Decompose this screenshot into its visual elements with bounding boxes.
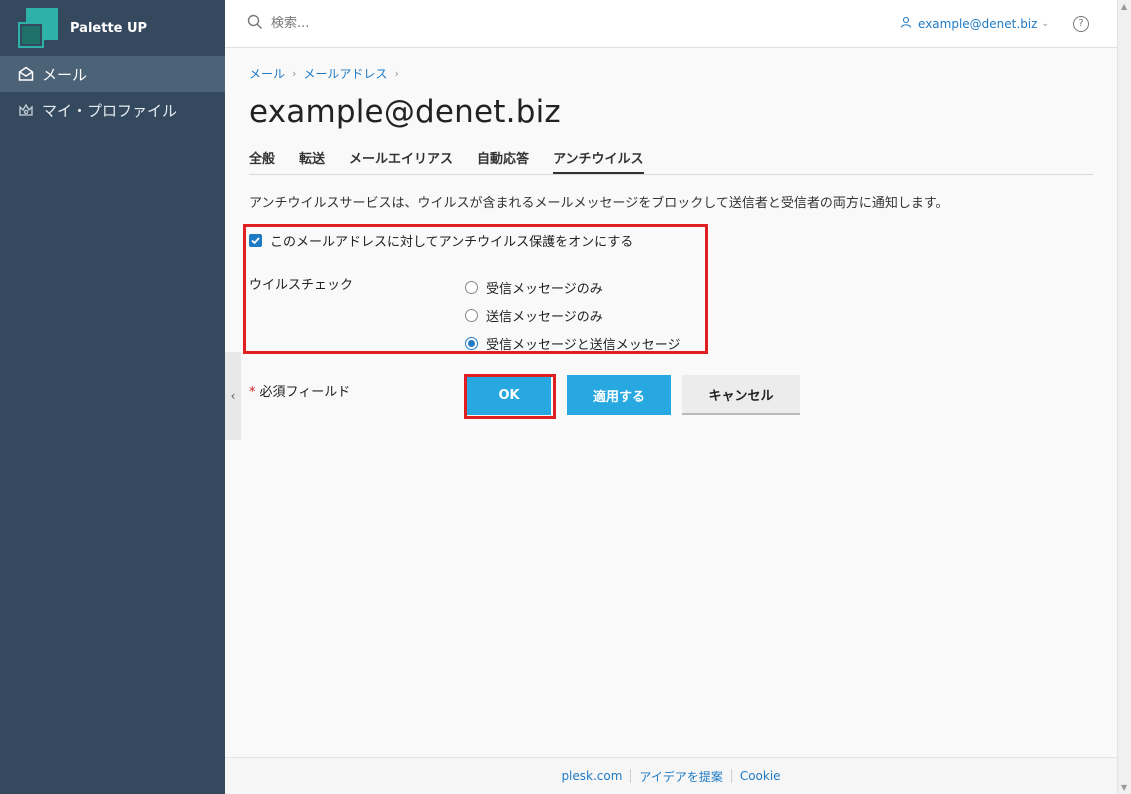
tab-bar: 全般 転送 メールエイリアス 自動応答 アンチウイルス xyxy=(249,148,1093,175)
sidebar-item-label: メール xyxy=(42,65,88,84)
top-header: example@denet.biz ⌄ ? xyxy=(225,0,1117,48)
user-email: example@denet.biz xyxy=(918,16,1038,31)
tab-antivirus[interactable]: アンチウイルス xyxy=(553,148,644,174)
sidebar-item-label: マイ・プロファイル xyxy=(42,101,178,120)
main-content: メール › メールアドレス › example@denet.biz 全般 転送 … xyxy=(243,48,1109,419)
scroll-down-icon[interactable]: ▼ xyxy=(1121,783,1127,792)
required-label: 必須フィールド xyxy=(259,385,351,400)
sidebar-collapse-handle[interactable]: ‹ xyxy=(225,352,241,440)
tab-forwarding[interactable]: 転送 xyxy=(299,148,325,174)
page-scrollbar[interactable]: ▲ ▼ xyxy=(1117,0,1131,794)
help-icon[interactable]: ? xyxy=(1073,15,1089,32)
footer-link-suggest-idea[interactable]: アイデアを提案 xyxy=(631,768,730,785)
user-icon xyxy=(900,16,912,31)
breadcrumb-mail[interactable]: メール xyxy=(249,65,285,82)
logo[interactable]: Palette UP xyxy=(0,0,225,56)
radio-incoming-only[interactable]: 受信メッセージのみ xyxy=(465,273,680,301)
radio-label: 受信メッセージと送信メッセージ xyxy=(486,337,681,353)
sidebar-item-profile[interactable]: マイ・プロファイル xyxy=(0,92,225,128)
virus-check-options: 受信メッセージのみ 送信メッセージのみ 受信メッセージと送信メッセージ xyxy=(465,273,680,357)
tab-aliases[interactable]: メールエイリアス xyxy=(349,148,453,174)
required-fields-note: * 必須フィールド xyxy=(249,381,350,400)
breadcrumb-mail-addresses[interactable]: メールアドレス xyxy=(303,65,387,82)
checkbox-label: このメールアドレスに対してアンチウイルス保護をオンにする xyxy=(270,235,634,250)
page-title: example@denet.biz xyxy=(249,94,561,130)
footer: plesk.com アイデアを提案 Cookie xyxy=(225,757,1117,794)
radio-icon[interactable] xyxy=(465,280,478,294)
radio-icon[interactable] xyxy=(465,308,478,322)
app-name: Palette UP xyxy=(70,20,148,36)
radio-incoming-and-outgoing[interactable]: 受信メッセージと送信メッセージ xyxy=(465,329,680,357)
tab-general[interactable]: 全般 xyxy=(249,148,275,174)
tab-autoreply[interactable]: 自動応答 xyxy=(477,148,529,174)
footer-link-plesk[interactable]: plesk.com xyxy=(553,769,630,783)
chevron-down-icon: ⌄ xyxy=(1041,18,1049,29)
virus-check-label: ウイルスチェック xyxy=(249,278,354,293)
footer-link-cookie[interactable]: Cookie xyxy=(732,769,789,783)
checkbox-checked-icon[interactable] xyxy=(249,234,262,247)
chevron-right-icon: › xyxy=(394,67,399,80)
sidebar-item-mail[interactable]: メール xyxy=(0,56,225,92)
antivirus-description: アンチウイルスサービスは、ウイルスが含まれるメールメッセージをブロックして送信者… xyxy=(249,196,949,211)
cancel-button[interactable]: キャンセル xyxy=(682,375,800,415)
radio-label: 送信メッセージのみ xyxy=(486,309,603,325)
search-icon xyxy=(247,14,263,34)
apply-button[interactable]: 適用する xyxy=(567,375,671,415)
user-menu[interactable]: example@denet.biz ⌄ xyxy=(900,16,1049,31)
scroll-up-icon[interactable]: ▲ xyxy=(1121,2,1127,11)
search-input[interactable] xyxy=(271,16,571,31)
required-star: * xyxy=(249,385,256,400)
antivirus-enable-checkbox[interactable]: このメールアドレスに対してアンチウイルス保護をオンにする xyxy=(249,231,633,250)
chevron-right-icon: › xyxy=(292,67,297,80)
radio-selected-icon[interactable] xyxy=(465,336,478,350)
palette-logo-icon xyxy=(18,8,58,48)
chevron-left-icon: ‹ xyxy=(230,389,236,403)
sidebar: Palette UP メール マイ・プロファイル xyxy=(0,0,225,794)
mail-icon xyxy=(18,66,34,82)
ok-highlight-box xyxy=(464,374,556,419)
radio-label: 受信メッセージのみ xyxy=(486,281,603,297)
breadcrumb: メール › メールアドレス › xyxy=(249,65,1109,82)
radio-outgoing-only[interactable]: 送信メッセージのみ xyxy=(465,301,680,329)
search-bar xyxy=(247,14,900,34)
profile-crown-icon xyxy=(18,102,34,118)
